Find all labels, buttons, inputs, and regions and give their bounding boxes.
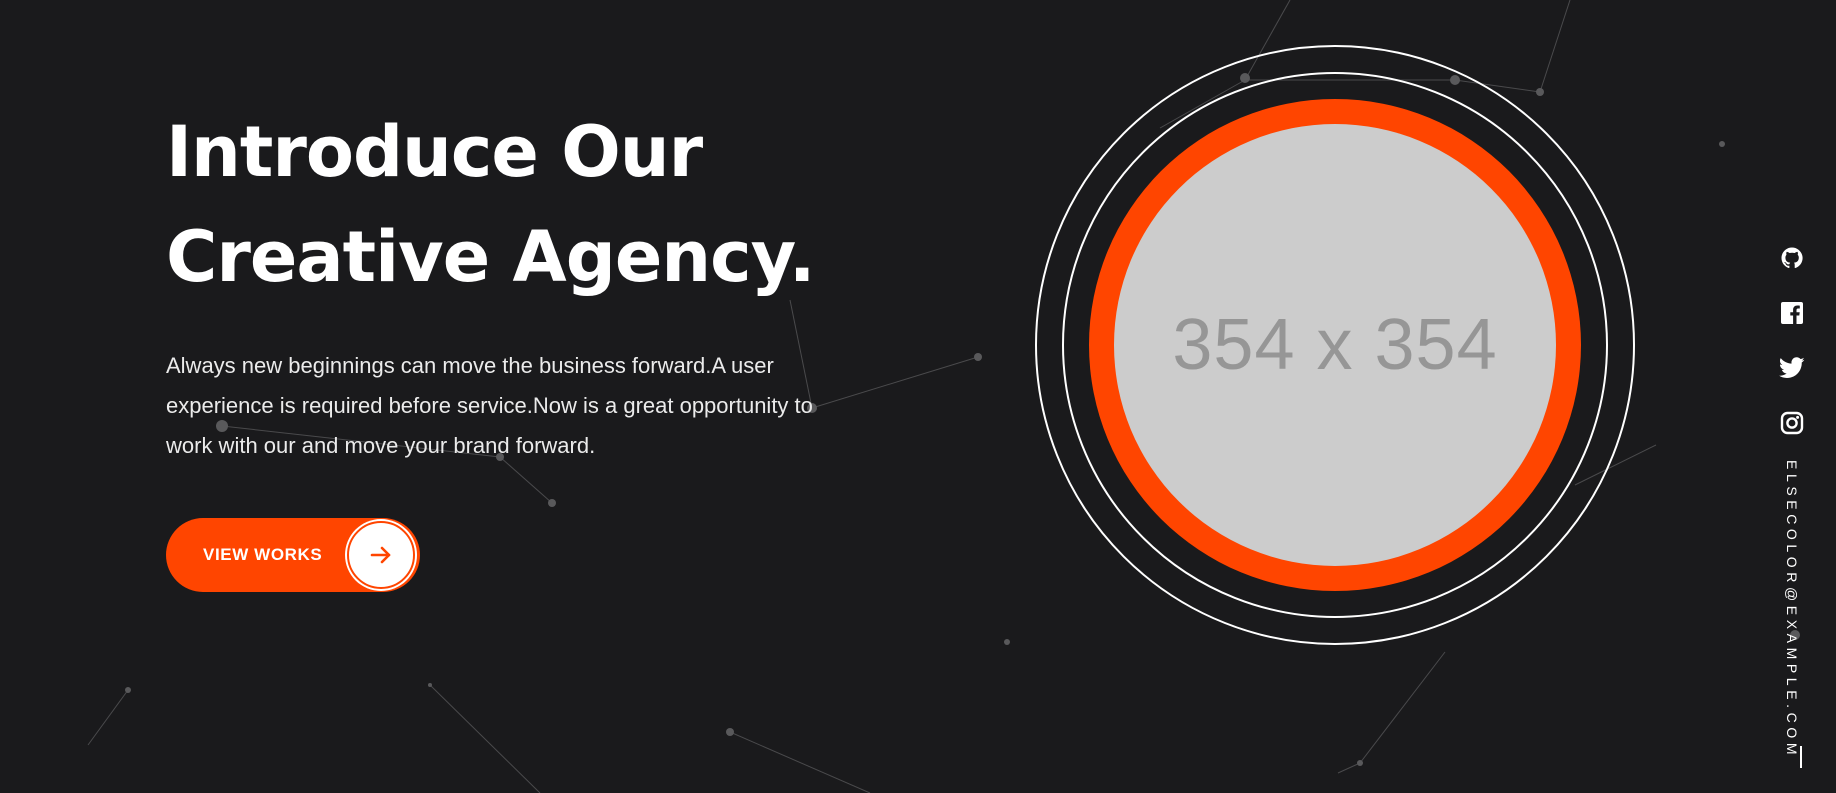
contact-email-link[interactable]: ELSECOLOR@EXAMPLE.COM bbox=[1784, 460, 1800, 759]
view-works-button[interactable]: VIEW WORKS bbox=[166, 518, 420, 592]
hero-heading-line-2: Creative Agency. bbox=[166, 216, 815, 298]
github-icon bbox=[1781, 247, 1803, 269]
facebook-link[interactable] bbox=[1778, 299, 1806, 327]
cta-arrow-circle bbox=[347, 521, 415, 589]
github-link[interactable] bbox=[1778, 244, 1806, 272]
twitter-link[interactable] bbox=[1778, 354, 1806, 382]
hero-description: Always new beginnings can move the busin… bbox=[166, 353, 813, 458]
hero-heading-line-1: Introduce Our bbox=[166, 111, 703, 193]
hero-section: Introduce Our Creative Agency. Always ne… bbox=[0, 0, 1836, 793]
twitter-icon bbox=[1779, 357, 1805, 378]
image-placeholder: 354 x 354 bbox=[1114, 124, 1556, 566]
instagram-link[interactable] bbox=[1778, 409, 1806, 437]
arrow-right-icon bbox=[370, 546, 391, 564]
placeholder-size-label: 354 x 354 bbox=[1172, 305, 1498, 385]
instagram-icon bbox=[1780, 411, 1804, 435]
hero-heading: Introduce Our Creative Agency. bbox=[166, 100, 815, 310]
hero-image-frame: 354 x 354 bbox=[1035, 45, 1635, 645]
view-works-label: VIEW WORKS bbox=[203, 545, 323, 564]
email-divider-line bbox=[1800, 746, 1802, 768]
facebook-icon bbox=[1781, 302, 1803, 324]
